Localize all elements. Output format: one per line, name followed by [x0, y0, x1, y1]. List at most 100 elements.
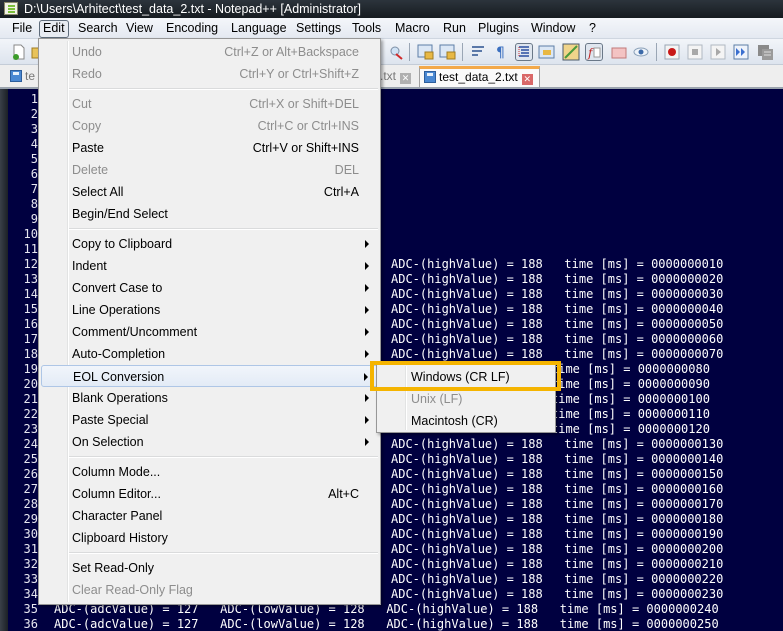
- menu-language[interactable]: Language: [227, 20, 291, 38]
- line-number-gutter: 1 2 3 4 5 6 7 8 9 10 11 12 13 14 15 16 17 18 19 20 21 22 23 24 2…: [8, 89, 38, 631]
- line-number: 33: [23, 572, 38, 586]
- submenu-arrow-icon: [365, 438, 369, 446]
- menu-plugins[interactable]: Plugins: [474, 20, 523, 38]
- menu-search[interactable]: Search: [74, 20, 122, 38]
- word-wrap-icon[interactable]: [470, 43, 488, 61]
- menu-bar: File Edit Search View Encoding Language …: [0, 18, 783, 39]
- menu-item-redo: Redo Ctrl+Y or Ctrl+Shift+Z: [41, 63, 378, 85]
- menu-file[interactable]: File: [8, 20, 36, 38]
- menu-item-label: Delete: [72, 163, 109, 177]
- line-number: 16: [23, 317, 38, 331]
- menu-item-auto-completion[interactable]: Auto-Completion: [41, 343, 378, 365]
- code-line: ADC-(highValue) = 188 time [ms] = 000000…: [391, 332, 724, 346]
- line-number: 14: [23, 287, 38, 301]
- playback-macro-icon[interactable]: [709, 43, 727, 61]
- submenu-arrow-icon: [365, 328, 369, 336]
- toolbar-separator: [409, 43, 410, 61]
- menu-item-label: Indent: [72, 259, 107, 273]
- close-tab-icon[interactable]: ✕: [521, 74, 533, 85]
- menu-item-line-operations[interactable]: Line Operations: [41, 299, 378, 321]
- menu-settings[interactable]: Settings: [292, 20, 345, 38]
- folder-as-workspace-icon[interactable]: [610, 43, 628, 61]
- code-line: ADC-(highValue) = 188 time [ms] = 000000…: [391, 287, 724, 301]
- menu-item-shortcut: Alt+C: [328, 487, 359, 501]
- submenu-arrow-icon: [365, 350, 369, 358]
- code-line: ADC-(highValue) = 188 time [ms] = 000000…: [391, 587, 724, 601]
- menu-item-character-panel[interactable]: Character Panel: [41, 505, 378, 527]
- user-defined-language-icon[interactable]: [538, 43, 556, 61]
- menu-window[interactable]: Window: [527, 20, 579, 38]
- tab-test-data-2[interactable]: test_data_2.txt ✕: [419, 66, 540, 87]
- line-number: 21: [23, 392, 38, 406]
- stop-recording-icon[interactable]: [686, 43, 704, 61]
- tab-label: test_data_2.txt: [439, 70, 518, 84]
- monitoring-icon[interactable]: [632, 43, 650, 61]
- code-line: ADC-(adcValue) = 127 ADC-(lowValue) = 12…: [54, 617, 719, 631]
- tab-label: .txt: [380, 69, 397, 83]
- find-replace-icon[interactable]: [387, 43, 405, 61]
- line-number: 13: [23, 272, 38, 286]
- tab-partial-left[interactable]: te: [10, 69, 35, 90]
- menu-macro[interactable]: Macro: [391, 20, 434, 38]
- code-line: time [ms] = 0000000100: [551, 392, 710, 406]
- menu-item-label: Undo: [72, 45, 102, 59]
- menu-encoding[interactable]: Encoding: [162, 20, 222, 38]
- code-line: time [ms] = 0000000080: [551, 362, 710, 376]
- close-tab-icon[interactable]: ✕: [400, 73, 412, 84]
- show-all-characters-icon[interactable]: ¶: [492, 43, 510, 61]
- code-line: ADC-(highValue) = 188 time [ms] = 000000…: [391, 437, 724, 451]
- menu-item-column-mode[interactable]: Column Mode...: [41, 461, 378, 483]
- title-bar: D:\Users\Arhitect\test_data_2.txt - Note…: [0, 0, 783, 18]
- menu-item-eol-conversion[interactable]: EOL Conversion: [41, 365, 378, 387]
- menu-item-label: Character Panel: [72, 509, 163, 523]
- menu-help[interactable]: ?: [585, 20, 600, 38]
- menu-item-copy-to-clipboard[interactable]: Copy to Clipboard: [41, 233, 378, 255]
- menu-view[interactable]: View: [122, 20, 157, 38]
- save-macro-icon[interactable]: [756, 43, 774, 61]
- new-file-icon[interactable]: [10, 43, 28, 61]
- menu-item-convert-case-to[interactable]: Convert Case to: [41, 277, 378, 299]
- menu-tools[interactable]: Tools: [348, 20, 385, 38]
- lock-view-2-icon[interactable]: [439, 43, 457, 61]
- indent-guide-icon[interactable]: [515, 43, 533, 61]
- code-line: ADC-(highValue) = 188 time [ms] = 000000…: [391, 482, 724, 496]
- line-number: 23: [23, 422, 38, 436]
- menu-item-label: Column Editor...: [72, 487, 161, 501]
- menu-item-copy: Copy Ctrl+C or Ctrl+INS: [41, 115, 378, 137]
- menu-run[interactable]: Run: [439, 20, 470, 38]
- menu-edit[interactable]: Edit: [39, 20, 69, 38]
- menu-item-label: On Selection: [72, 435, 144, 449]
- line-number: 8: [30, 197, 38, 211]
- menu-item-indent[interactable]: Indent: [41, 255, 378, 277]
- menu-item-begin-end-select[interactable]: Begin/End Select: [41, 203, 378, 225]
- line-number: 31: [23, 542, 38, 556]
- menu-item-paste[interactable]: Paste Ctrl+V or Shift+INS: [41, 137, 378, 159]
- menu-item-comment-uncomment[interactable]: Comment/Uncomment: [41, 321, 378, 343]
- menu-item-on-selection[interactable]: On Selection: [41, 431, 378, 453]
- record-macro-icon[interactable]: [663, 43, 681, 61]
- menu-item-column-editor[interactable]: Column Editor... Alt+C: [41, 483, 378, 505]
- tab-partial-hidden[interactable]: .txt ✕: [380, 69, 412, 90]
- code-line: ADC-(highValue) = 188 time [ms] = 000000…: [391, 527, 724, 541]
- eol-macintosh-cr[interactable]: Macintosh (CR): [379, 410, 553, 432]
- menu-item-label: Cut: [72, 97, 92, 111]
- menu-item-label: Macintosh (CR): [411, 414, 498, 428]
- annotation-highlight-box: [370, 361, 561, 391]
- menu-item-label: Line Operations: [72, 303, 161, 317]
- line-number: 9: [30, 212, 38, 226]
- menu-item-paste-special[interactable]: Paste Special: [41, 409, 378, 431]
- lock-view-1-icon[interactable]: [417, 43, 435, 61]
- line-number: 26: [23, 467, 38, 481]
- menu-item-set-read-only[interactable]: Set Read-Only: [41, 557, 378, 579]
- menu-item-select-all[interactable]: Select All Ctrl+A: [41, 181, 378, 203]
- function-list-icon[interactable]: f: [585, 43, 603, 61]
- line-number: 12: [23, 257, 38, 271]
- code-line: ADC-(highValue) = 188 time [ms] = 000000…: [391, 542, 724, 556]
- toolbar-separator: [656, 43, 657, 61]
- menu-item-blank-operations[interactable]: Blank Operations: [41, 387, 378, 409]
- document-map-icon[interactable]: [562, 43, 580, 61]
- submenu-arrow-icon: [365, 416, 369, 424]
- run-macro-multiple-icon[interactable]: [732, 43, 750, 61]
- menu-separator: [69, 456, 378, 457]
- menu-item-clipboard-history[interactable]: Clipboard History: [41, 527, 378, 549]
